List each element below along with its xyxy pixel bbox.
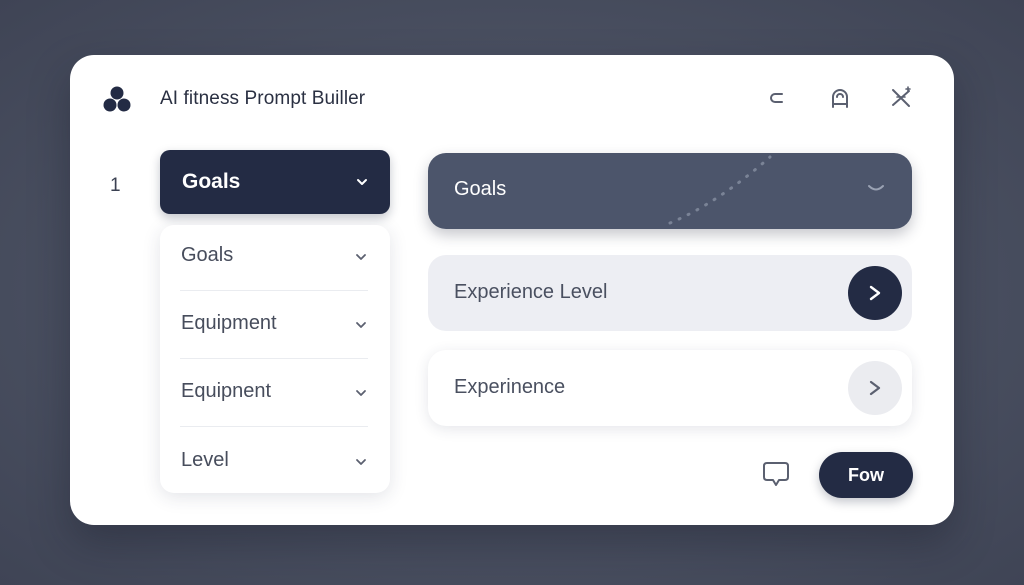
panel-label: Experience Level [454,281,608,303]
profile-icon[interactable] [827,85,853,111]
dropdown-item-equipnent[interactable]: Equipnent [180,361,368,423]
builder-card: AI fitness Prompt Builler 1 Goals Goals [70,55,954,525]
dropdown-item-goals[interactable]: Goals [180,225,368,287]
chevron-down-icon [356,390,366,396]
dropdown-item-label: Level [181,449,229,471]
divider [180,358,368,359]
dotted-trail-decoration [668,155,772,225]
chevron-right-icon [869,380,881,396]
dropdown-item-label: Equipnent [181,380,272,402]
dropdown-item-label: Equipment [181,312,277,334]
comment-icon[interactable] [760,460,792,490]
back-icon[interactable] [764,85,790,111]
dropdown-item-equipment[interactable]: Equipment [180,293,368,355]
app-logo-icon [102,85,132,115]
goals-dropdown-toggle[interactable]: Goals [160,150,390,214]
goals-panel[interactable]: Goals [428,153,912,229]
dropdown-menu: Goals Equipment Equipnent Level [160,225,390,493]
app-title: AI fitness Prompt Builler [160,88,366,109]
chevron-down-icon [357,179,367,185]
divider [180,290,368,291]
panel-label: Experinence [454,376,566,398]
chevron-down-icon [356,322,366,328]
panel-label: Goals [454,178,507,200]
close-sparkle-icon[interactable] [888,85,914,111]
dropdown-item-level[interactable]: Level [180,430,368,492]
chevron-down-icon [356,254,366,260]
chevron-down-icon [356,459,366,465]
divider [180,426,368,427]
experience-level-panel[interactable]: Experience Level [428,255,912,331]
experience-panel[interactable]: Experinence [428,350,912,426]
step-number: 1 [110,175,121,196]
dropdown-item-label: Goals [181,244,234,266]
primary-action-button[interactable]: Fow [819,452,913,498]
next-button[interactable] [848,361,902,415]
chevron-right-icon [869,285,881,301]
chevron-down-icon [868,185,884,191]
next-button[interactable] [848,266,902,320]
dropdown-selected-label: Goals [182,170,241,193]
